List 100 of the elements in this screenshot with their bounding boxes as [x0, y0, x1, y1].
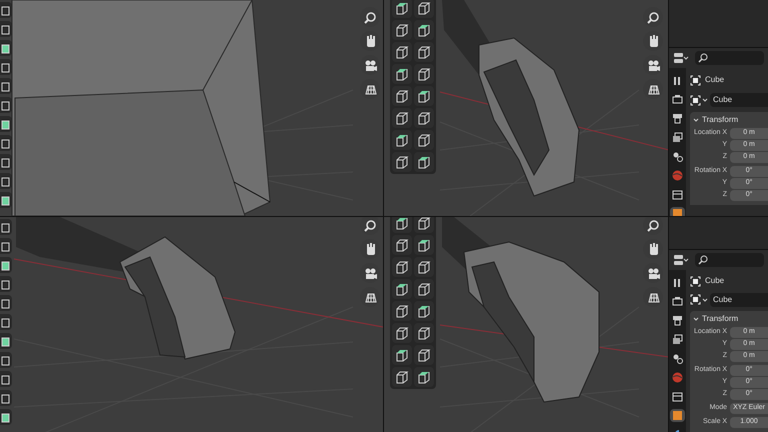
tool-button[interactable] [414, 86, 434, 106]
tool-button[interactable] [392, 0, 412, 18]
tool-button[interactable] [392, 323, 412, 343]
properties-tab[interactable] [670, 188, 685, 201]
tool-button[interactable] [414, 217, 434, 233]
cube-icon [394, 325, 410, 341]
properties-tab[interactable] [670, 390, 685, 403]
properties-tab[interactable] [670, 314, 685, 327]
tool-button[interactable] [414, 257, 434, 277]
tool-button[interactable] [392, 257, 412, 277]
box-icon [671, 390, 684, 403]
cube-icon [416, 0, 432, 16]
scene-icon [671, 352, 684, 365]
tool-button[interactable] [392, 279, 412, 299]
tool-button[interactable] [392, 367, 412, 387]
cube-icon [1, 297, 11, 309]
cube-icon [416, 325, 432, 341]
tool-button[interactable] [414, 235, 434, 255]
cube-icon [416, 347, 432, 363]
cube-icon [1, 118, 11, 130]
properties-tab[interactable] [670, 131, 685, 144]
cube-icon [416, 281, 432, 297]
tool-button[interactable] [392, 345, 412, 365]
cube-icon [416, 44, 432, 60]
grid-icon [646, 290, 660, 304]
tool-button[interactable] [392, 86, 412, 106]
tool-button[interactable] [414, 279, 434, 299]
cube-icon [1, 99, 11, 111]
search-field[interactable] [695, 51, 764, 65]
search-field[interactable] [695, 253, 764, 267]
tool-button[interactable] [414, 20, 434, 40]
tool-button[interactable] [414, 130, 434, 150]
camera-icon [646, 58, 660, 72]
tool-button[interactable] [392, 108, 412, 128]
camera-icon [646, 266, 660, 280]
properties-tab[interactable] [670, 93, 685, 106]
cube-icon [1, 23, 11, 35]
tool-button[interactable] [392, 301, 412, 321]
properties-tab[interactable] [670, 112, 685, 125]
magnifier-icon [364, 218, 376, 232]
cube-icon [1, 240, 11, 252]
tool-button[interactable] [414, 345, 434, 365]
tool-button[interactable] [414, 42, 434, 62]
cube-icon [1, 335, 11, 347]
tool-button[interactable] [414, 64, 434, 84]
name-field[interactable]: Cube [710, 292, 768, 307]
tool-button[interactable] [414, 108, 434, 128]
magnifier-icon [646, 218, 660, 232]
scene-icon [671, 150, 684, 163]
object-name: Cube [705, 275, 724, 288]
grid-icon [364, 290, 376, 304]
tool-button[interactable] [392, 64, 412, 84]
cube-icon [1, 137, 11, 149]
cube-icon [416, 66, 432, 82]
properties-tab[interactable] [670, 409, 685, 422]
cube-icon [416, 237, 432, 253]
tool-button[interactable] [392, 152, 412, 172]
cube-icon [416, 132, 432, 148]
tool-button[interactable] [414, 0, 434, 18]
data-type-button[interactable] [690, 94, 708, 106]
object-icon [690, 276, 701, 287]
cube-icon [394, 281, 410, 297]
name-field[interactable]: Cube [710, 93, 768, 107]
cube-icon [394, 132, 410, 148]
panel-header[interactable]: Transform [690, 112, 768, 128]
cube-icon [394, 22, 410, 38]
tool-button[interactable] [392, 235, 412, 255]
search-icon [698, 53, 708, 63]
grid-icon [646, 82, 660, 96]
caret-icon [702, 296, 708, 303]
properties-tab[interactable] [670, 295, 685, 308]
editor-type-button[interactable] [673, 253, 691, 267]
panel-header[interactable]: Transform [690, 311, 768, 327]
magnifier-icon [364, 10, 376, 24]
tool-button[interactable] [392, 20, 412, 40]
tool-button[interactable] [392, 130, 412, 150]
cube-icon [1, 42, 11, 54]
tool-button[interactable] [414, 152, 434, 172]
cube-icon [394, 0, 410, 16]
cube-icon [394, 44, 410, 60]
cube-icon [1, 373, 11, 385]
magnifier-icon [646, 10, 660, 24]
tool-button[interactable] [392, 217, 412, 233]
cube-icon [1, 61, 11, 73]
cube-icon [416, 259, 432, 275]
properties-tab[interactable] [670, 333, 685, 346]
properties-icon [673, 254, 689, 266]
data-type-button[interactable] [690, 294, 708, 306]
editor-type-button[interactable] [673, 51, 691, 65]
cube-icon [416, 217, 432, 231]
tool-button[interactable] [414, 323, 434, 343]
properties-icon [673, 52, 689, 64]
box-icon [671, 188, 684, 201]
tool-button[interactable] [414, 301, 434, 321]
cube-icon [394, 303, 410, 319]
cube-icon [1, 278, 11, 290]
tool-button[interactable] [414, 367, 434, 387]
caret-icon [693, 316, 699, 322]
tool-button[interactable] [392, 42, 412, 62]
cube-icon [1, 156, 11, 168]
